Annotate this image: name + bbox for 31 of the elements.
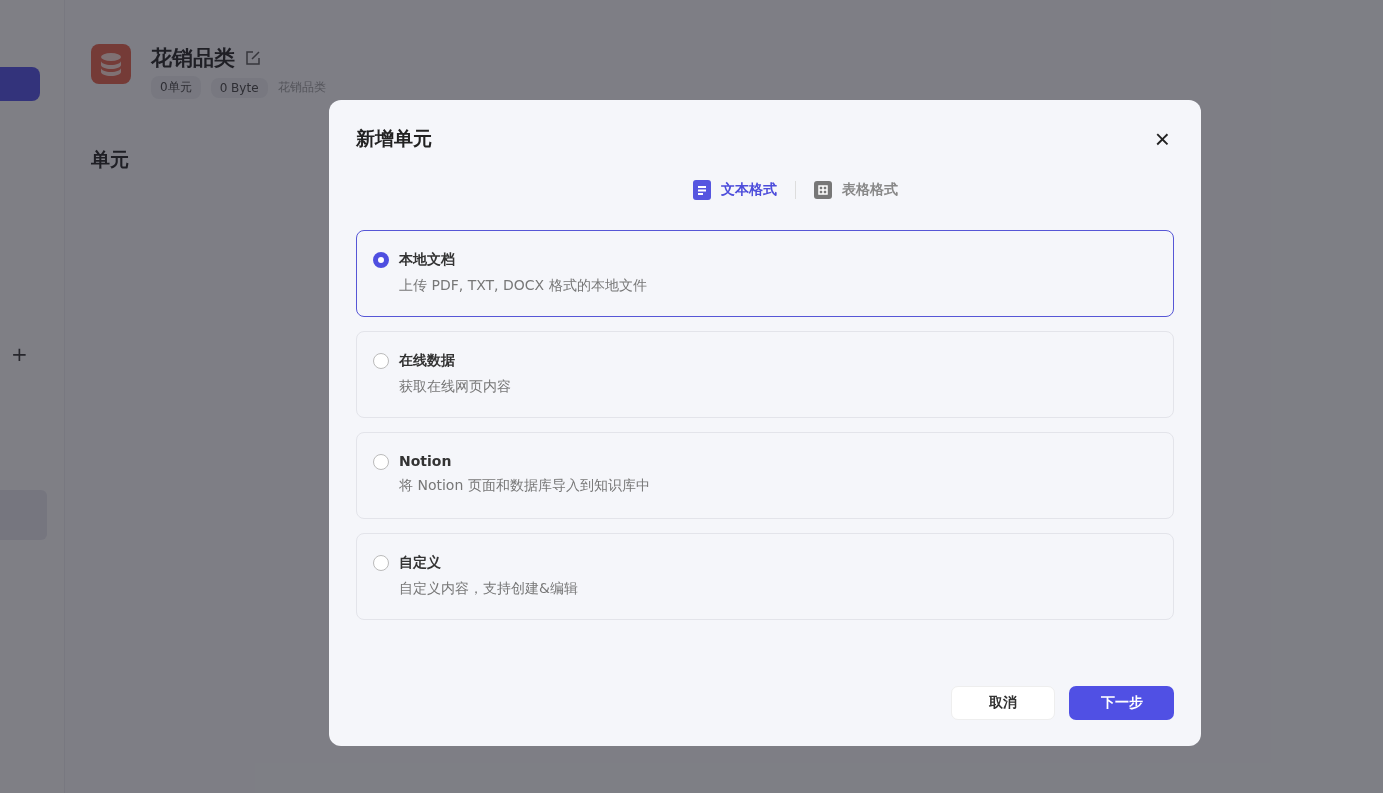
option-card[interactable]: 自定义 自定义内容，支持创建&编辑 [356,533,1174,620]
edit-icon[interactable] [245,50,261,66]
tag: 0 Byte [210,77,268,98]
sidebar-item[interactable] [0,67,40,101]
option-description: 将 Notion 页面和数据库导入到知识库中 [399,477,650,495]
radio-button[interactable] [373,353,389,369]
dialog-title: 新增单元 [356,126,432,151]
radio-button[interactable] [373,252,389,268]
add-button[interactable]: + [11,344,28,364]
next-button[interactable]: 下一步 [1069,686,1174,720]
option-card[interactable]: Notion 将 Notion 页面和数据库导入到知识库中 [356,432,1174,519]
option-description: 上传 PDF, TXT, DOCX 格式的本地文件 [399,277,647,295]
database-icon [91,44,131,84]
option-title: 在线数据 [399,352,456,370]
option-title: 本地文档 [399,251,456,269]
option-title: Notion [399,453,453,469]
page-title: 花销品类 [151,45,235,72]
cancel-button[interactable]: 取消 [951,686,1055,720]
document-icon [692,180,711,200]
close-button[interactable]: × [1150,126,1174,152]
radio-button[interactable] [373,454,389,470]
option-card[interactable]: 在线数据 获取在线网页内容 [356,331,1174,418]
option-description: 获取在线网页内容 [399,378,511,396]
tag: 0单元 [151,76,201,99]
option-title: 自定义 [399,554,442,572]
radio-button[interactable] [373,555,389,571]
tab[interactable]: 文本格式 [692,180,777,200]
option-description: 自定义内容，支持创建&编辑 [399,580,578,598]
option-card[interactable]: 本地文档 上传 PDF, TXT, DOCX 格式的本地文件 [356,230,1174,317]
grid-icon [813,181,832,199]
section-title: 单元 [91,147,130,172]
